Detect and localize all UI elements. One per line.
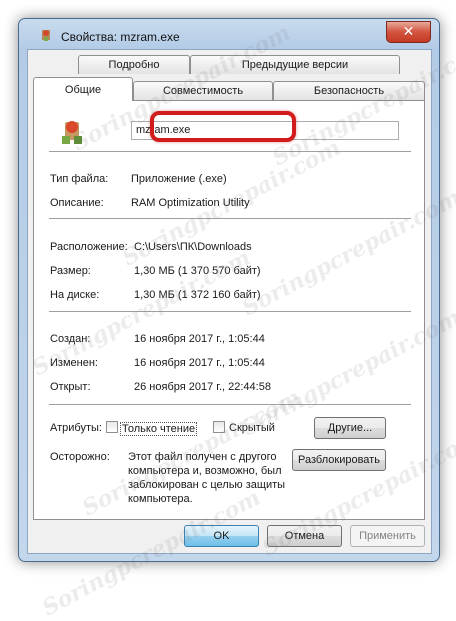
disk-size-value: 1,30 МБ (1 372 160 байт) bbox=[134, 289, 261, 301]
file-icon bbox=[62, 121, 82, 144]
tab-previous-versions-label: Предыдущие версии bbox=[241, 59, 349, 71]
divider bbox=[49, 404, 411, 405]
divider bbox=[49, 218, 411, 219]
disk-size-label: На диске: bbox=[50, 289, 100, 301]
dialog-client: Подробно Предыдущие версии Общие Совмест… bbox=[27, 49, 432, 554]
modified-label: Изменен: bbox=[50, 357, 98, 369]
description-value: RAM Optimization Utility bbox=[131, 197, 250, 209]
modified-value: 16 ноября 2017 г., 1:05:44 bbox=[134, 357, 265, 369]
tab-compatibility-label: Совместимость bbox=[162, 85, 244, 97]
compatibility-tab-highlight bbox=[150, 111, 296, 142]
accessed-label: Открыт: bbox=[50, 381, 91, 393]
readonly-checkbox[interactable] bbox=[106, 421, 118, 433]
tab-compatibility[interactable]: Совместимость bbox=[133, 81, 273, 100]
title-bar[interactable]: Свойства: mzram.exe ✕ bbox=[19, 19, 439, 49]
window-title: Свойства: mzram.exe bbox=[61, 30, 180, 44]
caution-text-line: компьютера. bbox=[128, 493, 193, 505]
properties-window: Свойства: mzram.exe ✕ Подробно Предыдущи… bbox=[18, 18, 440, 562]
description-label: Описание: bbox=[50, 197, 104, 209]
tab-security-label: Безопасность bbox=[313, 85, 385, 97]
divider bbox=[49, 311, 411, 312]
apply-button[interactable]: Применить bbox=[350, 525, 425, 547]
tab-details[interactable]: Подробно bbox=[78, 55, 190, 74]
readonly-checkbox-label[interactable]: Только чтение bbox=[120, 422, 198, 436]
created-value: 16 ноября 2017 г., 1:05:44 bbox=[134, 333, 265, 345]
size-value: 1,30 МБ (1 370 570 байт) bbox=[134, 265, 261, 277]
cancel-button[interactable]: Отмена bbox=[267, 525, 342, 547]
other-attributes-button[interactable]: Другие... bbox=[314, 417, 386, 439]
accessed-value: 26 ноября 2017 г., 22:44:58 bbox=[134, 381, 271, 393]
caution-text-line: компьютера и, возможно, был bbox=[128, 465, 282, 477]
attributes-label: Атрибуты: bbox=[50, 422, 102, 434]
tab-security[interactable]: Безопасность bbox=[273, 81, 425, 100]
caution-label: Осторожно: bbox=[50, 451, 110, 463]
tab-previous-versions[interactable]: Предыдущие версии bbox=[190, 55, 400, 74]
file-type-value: Приложение (.exe) bbox=[131, 173, 227, 185]
location-value: C:\Users\ПК\Downloads bbox=[134, 241, 252, 253]
close-button[interactable]: ✕ bbox=[386, 21, 431, 43]
general-panel: mzram.exe Тип файла: Приложение (.exe) О… bbox=[33, 100, 425, 520]
caution-text-line: Этот файл получен с другого bbox=[128, 451, 277, 463]
size-label: Размер: bbox=[50, 265, 91, 277]
tab-general-label: Общие bbox=[64, 84, 102, 96]
app-icon bbox=[42, 30, 50, 41]
hidden-checkbox[interactable] bbox=[213, 421, 225, 433]
file-type-label: Тип файла: bbox=[50, 173, 109, 185]
hidden-checkbox-label[interactable]: Скрытый bbox=[229, 422, 275, 434]
tab-details-label: Подробно bbox=[108, 59, 160, 71]
tab-general[interactable]: Общие bbox=[33, 77, 133, 101]
created-label: Создан: bbox=[50, 333, 91, 345]
caution-text-line: заблокирован с целью защиты bbox=[128, 479, 286, 491]
unblock-button[interactable]: Разблокировать bbox=[292, 449, 386, 471]
location-label: Расположение: bbox=[50, 241, 128, 253]
ok-button[interactable]: OK bbox=[184, 525, 259, 547]
divider bbox=[49, 151, 411, 152]
